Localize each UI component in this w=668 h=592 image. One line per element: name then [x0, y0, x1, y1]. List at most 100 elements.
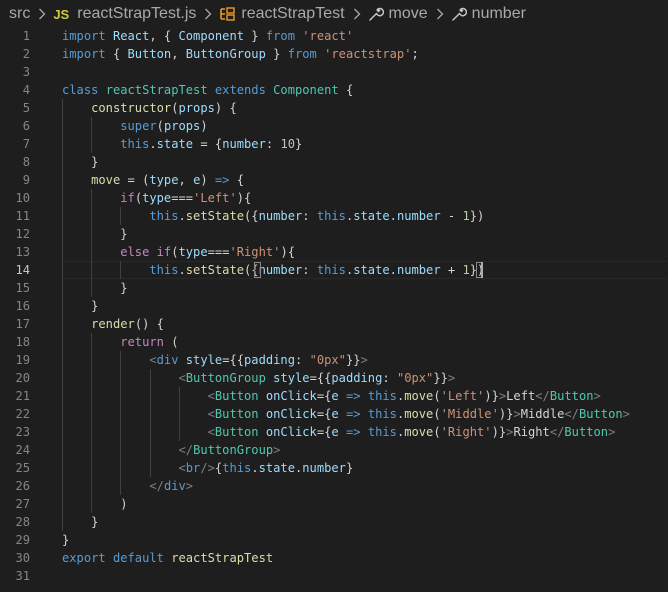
- code-token: <: [207, 407, 215, 421]
- text-cursor: [481, 262, 483, 278]
- code-line[interactable]: 17 render() {: [0, 315, 668, 333]
- code-line[interactable]: 10 if(type==='Left'){: [0, 189, 668, 207]
- code-line[interactable]: 21 <Button onClick={e => this.move('Left…: [0, 387, 668, 405]
- code-line[interactable]: 4 class reactStrapTest extends Component …: [0, 81, 668, 99]
- code-token: {: [229, 173, 245, 187]
- code-line[interactable]: 20 <ButtonGroup style={{padding: "0px"}}…: [0, 369, 668, 387]
- line-number: 1: [22, 29, 30, 43]
- code-line[interactable]: 27 ): [0, 495, 668, 513]
- code-token: Button: [214, 407, 259, 421]
- code-token: = {: [193, 137, 223, 151]
- code-text: this.state = {number: 10}: [62, 135, 302, 153]
- code-line[interactable]: 11 this.setState({number: this.state.num…: [0, 207, 668, 225]
- code-token: ) {: [214, 101, 237, 115]
- code-token: )}: [491, 425, 507, 439]
- code-token: =>: [214, 173, 230, 187]
- code-line[interactable]: 12 }: [0, 225, 668, 243]
- code-line[interactable]: 29}: [0, 531, 668, 549]
- code-token: =>: [345, 389, 361, 403]
- class-symbol-icon: [219, 6, 236, 22]
- code-line[interactable]: 8 }: [0, 153, 668, 171]
- code-text: <Button onClick={e => this.move('Left')}…: [62, 387, 601, 405]
- code-line[interactable]: 13 else if(type==='Right'){: [0, 243, 668, 261]
- line-number: 26: [15, 479, 30, 493]
- code-token: div: [156, 353, 179, 367]
- code-line[interactable]: 5 constructor(props) {: [0, 99, 668, 117]
- line-number: 24: [15, 443, 30, 457]
- code-token: reactStrapTest: [105, 83, 208, 97]
- code-line[interactable]: 30 export default reactStrapTest: [0, 549, 668, 567]
- code-token: 'Middle': [440, 407, 499, 421]
- code-token: ,: [178, 173, 194, 187]
- code-token: e: [331, 425, 339, 439]
- code-token: ={{: [222, 353, 245, 367]
- breadcrumb-class[interactable]: reactStrapTest: [219, 5, 345, 23]
- code-token: }: [62, 533, 70, 547]
- breadcrumb-file[interactable]: JS reactStrapTest.js: [53, 5, 196, 23]
- code-line[interactable]: 6 super(props): [0, 117, 668, 135]
- code-token: </: [564, 407, 579, 421]
- code-token: number: [302, 461, 346, 475]
- code-token: </: [549, 425, 565, 439]
- code-text: constructor(props) {: [62, 99, 237, 117]
- code-line[interactable]: 19 <div style={{padding: "0px"}}>: [0, 351, 668, 369]
- code-line[interactable]: 9 move = (type, e) => {: [0, 171, 668, 189]
- code-token: move: [404, 407, 434, 421]
- code-line[interactable]: 25 <br/>{this.state.number}: [0, 459, 668, 477]
- line-number: 14: [15, 263, 30, 277]
- code-line[interactable]: 31: [0, 567, 668, 585]
- code-line[interactable]: 24 </ButtonGroup>: [0, 441, 668, 459]
- code-token: e: [331, 407, 339, 421]
- code-line[interactable]: 18 return (: [0, 333, 668, 351]
- code-token: <: [207, 425, 215, 439]
- code-line[interactable]: 7 this.state = {number: 10}: [0, 135, 668, 153]
- code-text: export default reactStrapTest: [62, 549, 273, 567]
- code-token: , {: [149, 29, 179, 43]
- bracket-match-highlight: [254, 262, 261, 278]
- code-token: 1: [462, 263, 470, 277]
- code-token: state: [258, 461, 295, 475]
- code-token: :: [295, 353, 310, 367]
- code-line[interactable]: 22 <Button onClick={e => this.move('Midd…: [0, 405, 668, 423]
- code-line[interactable]: 14 this.setState({number: this.state.num…: [0, 261, 668, 279]
- code-line[interactable]: 23 <Button onClick={e => this.move('Righ…: [0, 423, 668, 441]
- code-editor[interactable]: 1 import React, { Component } from 'react…: [0, 27, 668, 585]
- code-text: import { Button, ButtonGroup } from 'rea…: [62, 45, 419, 63]
- code-token: }}: [345, 353, 361, 367]
- code-line[interactable]: 2 import { Button, ButtonGroup } from 're…: [0, 45, 668, 63]
- code-token: }: [295, 137, 303, 151]
- code-token: ===: [171, 191, 194, 205]
- code-token: number: [222, 137, 266, 151]
- javascript-file-icon: JS: [53, 6, 70, 22]
- code-token: :: [265, 137, 281, 151]
- code-token: 'react': [302, 29, 354, 43]
- code-token: super: [120, 119, 157, 133]
- code-line[interactable]: 1 import React, { Component } from 'react…: [0, 27, 668, 45]
- code-token: }: [62, 299, 99, 313]
- code-token: () {: [134, 317, 164, 331]
- code-token: .: [178, 263, 186, 277]
- code-line[interactable]: 16 }: [0, 297, 668, 315]
- code-token: Right: [513, 425, 550, 439]
- code-token: (: [433, 389, 441, 403]
- code-line[interactable]: 28 }: [0, 513, 668, 531]
- code-line[interactable]: 15 }: [0, 279, 668, 297]
- line-number: 12: [15, 227, 30, 241]
- code-line[interactable]: 26 </div>: [0, 477, 668, 495]
- code-token: ={: [316, 407, 332, 421]
- code-text: </div>: [62, 477, 193, 495]
- code-token: {: [105, 47, 128, 61]
- breadcrumb-property[interactable]: number: [451, 5, 526, 23]
- code-token: ): [200, 173, 215, 187]
- breadcrumb-method[interactable]: move: [368, 5, 428, 23]
- breadcrumb-folder[interactable]: src: [9, 5, 30, 23]
- breadcrumb-class-label: reactStrapTest: [241, 5, 345, 22]
- code-token: Button: [564, 425, 609, 439]
- code-line[interactable]: 3: [0, 63, 668, 81]
